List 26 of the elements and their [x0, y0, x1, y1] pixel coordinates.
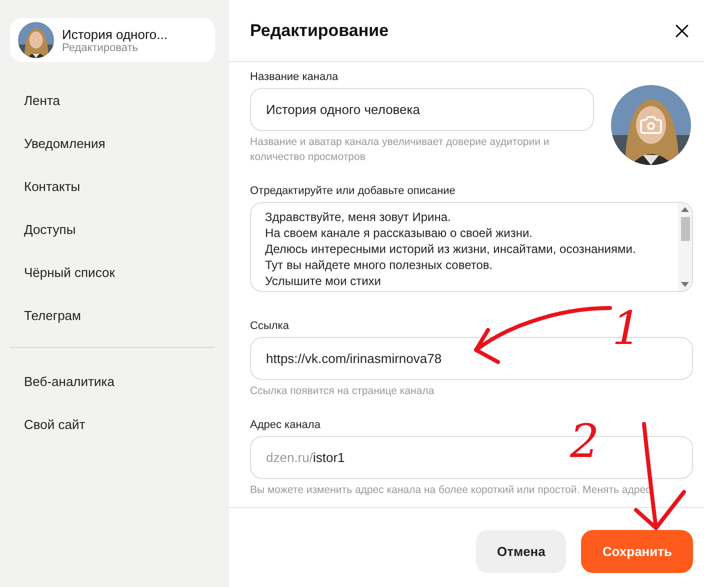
edit-link[interactable]: Редактировать	[62, 42, 168, 54]
sidebar-item[interactable]: Контакты	[10, 165, 215, 208]
channel-name-field[interactable]: История одного человека	[250, 88, 594, 131]
scroll-up-icon[interactable]	[681, 207, 689, 212]
field-label: Ссылка	[250, 320, 290, 332]
hint-text: Название и аватар канала увеличивает доверие аудитории и количество просмотров	[250, 135, 550, 165]
description-field[interactable]: Здравствуйте, меня зовут Ирина. На своем канале я рассказываю о своей жизни. Делюсь интересными историй из жизни, инсайтами, осознаниями. Тут вы найдете много полезных советов. Услышите мои стихи	[250, 202, 693, 292]
cancel-button[interactable]: Отмена	[476, 530, 566, 573]
sidebar-item[interactable]: Уведомления	[10, 122, 215, 165]
sidebar-item[interactable]: Свой сайт	[10, 403, 215, 446]
scroll-thumb[interactable]	[680, 217, 690, 241]
field-label: Адрес канала	[250, 419, 322, 431]
field-label: Название канала	[250, 71, 340, 83]
field-label: Отредактируйте или добавьте описание	[250, 185, 456, 197]
hint-text: Ссылка появится на странице канала	[250, 384, 436, 399]
dialog-title: Редактирование	[250, 20, 389, 40]
sidebar-item[interactable]: Веб-аналитика	[10, 360, 215, 403]
channel-name: История одного...	[62, 26, 168, 42]
scrollbar[interactable]	[678, 203, 692, 291]
channel-card[interactable]: История одного... Редактировать	[10, 18, 215, 62]
sidebar-item[interactable]: Доступы	[10, 208, 215, 251]
sidebar-item[interactable]: Чёрный список	[10, 251, 215, 294]
scroll-down-icon[interactable]	[681, 282, 689, 287]
sidebar-item[interactable]: Телеграм	[10, 294, 215, 337]
sidebar-item[interactable]: Лента	[10, 79, 215, 122]
description-text: Здравствуйте, меня зовут Ирина. На своем канале я рассказываю о своей жизни. Делюсь интересными историй из жизни, инсайтами, осознаниями. Тут вы найдете много полезных советов. Услышите мои стихи	[264, 209, 637, 290]
